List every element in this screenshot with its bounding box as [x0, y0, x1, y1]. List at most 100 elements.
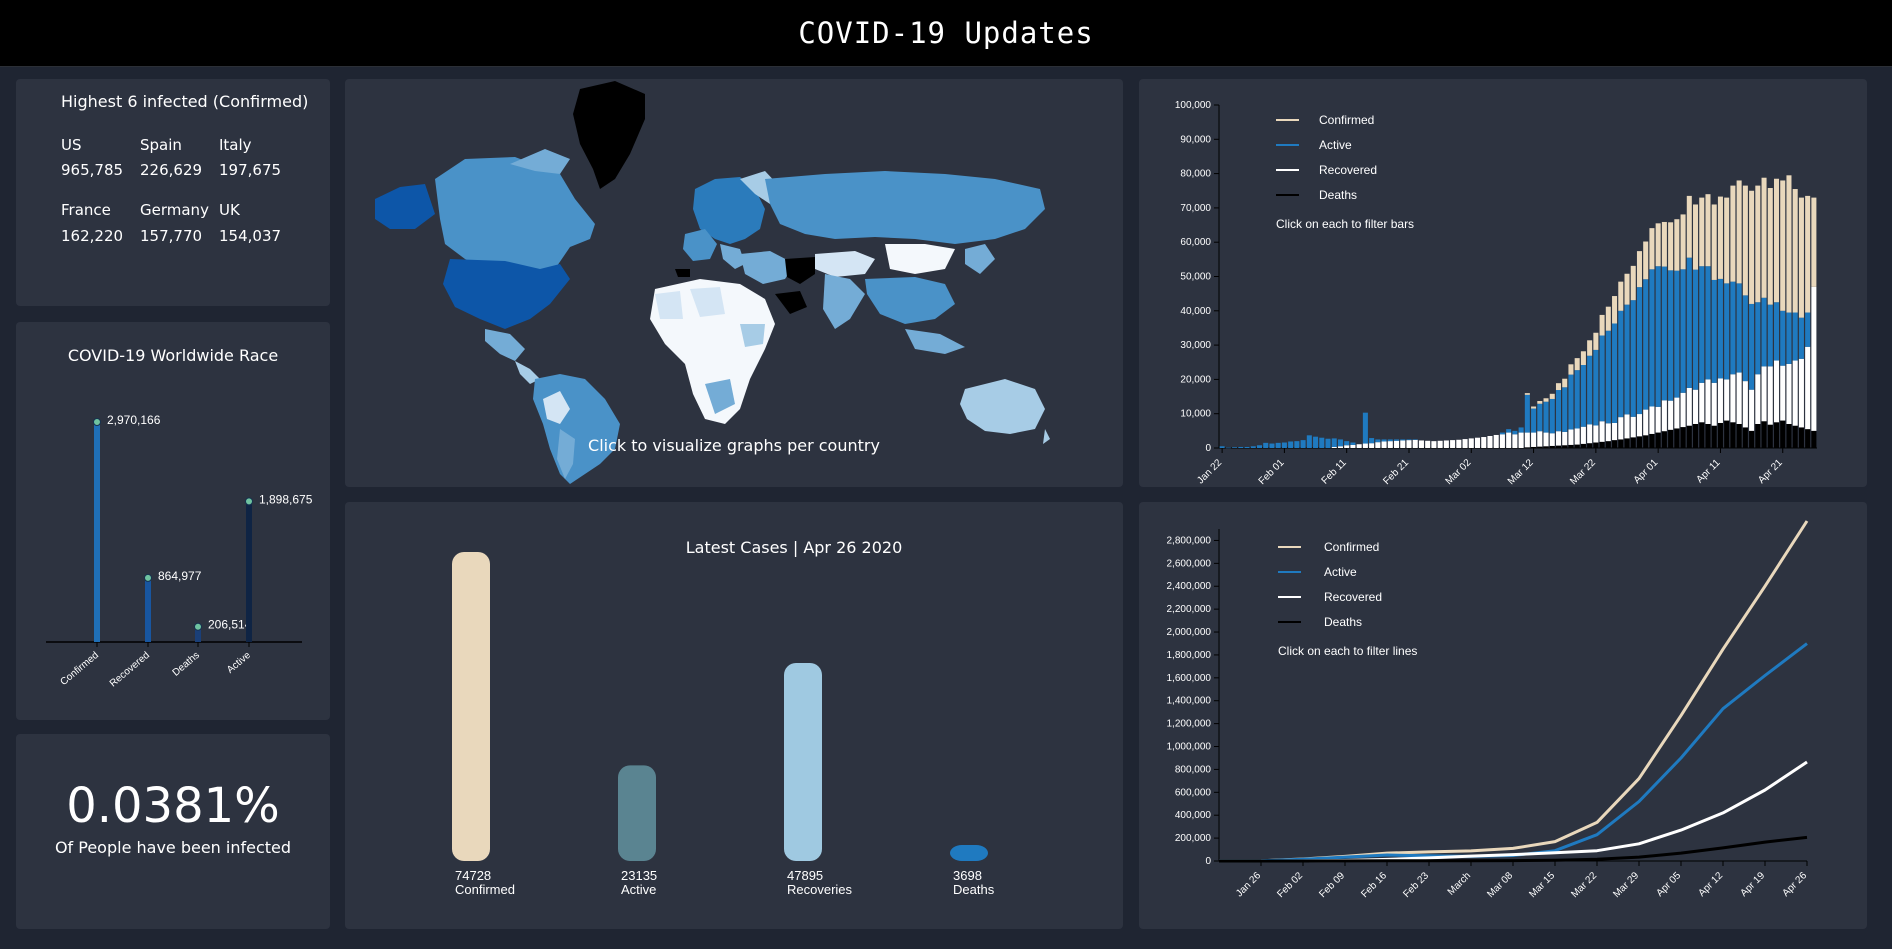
- cum-series-line[interactable]: [1219, 760, 1808, 863]
- daily-bar-segment[interactable]: [1649, 433, 1655, 448]
- daily-bar-segment[interactable]: [1319, 437, 1325, 448]
- daily-bar-segment[interactable]: [1742, 185, 1748, 296]
- daily-bar-segment[interactable]: [1412, 439, 1418, 448]
- daily-bar-segment[interactable]: [1263, 442, 1269, 448]
- daily-bar-segment[interactable]: [1786, 175, 1792, 313]
- daily-bar-segment[interactable]: [1624, 304, 1630, 415]
- daily-bar-segment[interactable]: [1549, 445, 1555, 448]
- daily-bar-segment[interactable]: [1250, 446, 1256, 448]
- daily-bar-segment[interactable]: [1693, 389, 1699, 424]
- daily-bar-segment[interactable]: [1593, 425, 1599, 443]
- daily-bar-segment[interactable]: [1636, 414, 1642, 437]
- daily-bar-segment[interactable]: [1780, 420, 1786, 448]
- daily-bar-segment[interactable]: [1612, 323, 1618, 423]
- daily-bar-segment[interactable]: [1792, 312, 1798, 361]
- daily-bar-segment[interactable]: [1580, 443, 1586, 448]
- daily-bar-segment[interactable]: [1524, 393, 1530, 395]
- daily-bar-segment[interactable]: [1624, 438, 1630, 448]
- daily-bar-segment[interactable]: [1294, 441, 1300, 448]
- map-greenland[interactable]: [573, 81, 645, 189]
- daily-bar-segment[interactable]: [1232, 447, 1238, 448]
- daily-bar-segment[interactable]: [1549, 433, 1555, 446]
- daily-bar-segment[interactable]: [1562, 431, 1568, 446]
- daily-bar-segment[interactable]: [1711, 382, 1717, 426]
- daily-bar-segment[interactable]: [1412, 439, 1418, 440]
- daily-bar-segment[interactable]: [1655, 223, 1661, 267]
- daily-bar-segment[interactable]: [1350, 442, 1356, 445]
- daily-bar-segment[interactable]: [1474, 437, 1481, 448]
- daily-bar-segment[interactable]: [1599, 314, 1605, 336]
- daily-bar-segment[interactable]: [1699, 422, 1705, 448]
- map-north-america[interactable]: [375, 149, 595, 384]
- daily-bar-segment[interactable]: [1381, 439, 1387, 442]
- daily-bar-segment[interactable]: [1674, 219, 1680, 271]
- daily-bar-segment[interactable]: [1643, 409, 1649, 436]
- daily-bar-segment[interactable]: [1244, 446, 1250, 448]
- daily-bar-segment[interactable]: [1798, 358, 1804, 428]
- daily-bar-segment[interactable]: [1562, 378, 1568, 388]
- daily-bar-segment[interactable]: [1705, 194, 1711, 267]
- daily-bar-segment[interactable]: [1661, 400, 1667, 432]
- daily-bar-segment[interactable]: [1580, 351, 1586, 365]
- daily-bar-segment[interactable]: [1636, 436, 1642, 448]
- daily-bar-segment[interactable]: [1599, 421, 1605, 442]
- daily-bar-segment[interactable]: [1387, 439, 1393, 442]
- daily-bar-segment[interactable]: [1431, 441, 1437, 448]
- daily-bar-segment[interactable]: [1630, 265, 1636, 301]
- daily-bar-segment[interactable]: [1680, 214, 1686, 270]
- daily-bar-segment[interactable]: [1531, 446, 1537, 448]
- daily-bar-segment[interactable]: [1730, 281, 1736, 375]
- daily-bar-segment[interactable]: [1792, 189, 1798, 313]
- daily-bar-segment[interactable]: [1612, 422, 1618, 441]
- daily-bar-segment[interactable]: [1587, 340, 1593, 356]
- daily-bar-segment[interactable]: [1288, 441, 1294, 448]
- daily-bar-segment[interactable]: [1755, 374, 1761, 424]
- daily-bar-segment[interactable]: [1555, 445, 1562, 448]
- daily-bar-segment[interactable]: [1313, 436, 1319, 448]
- daily-bar-segment[interactable]: [1780, 365, 1786, 421]
- daily-bar-segment[interactable]: [1605, 441, 1611, 448]
- daily-bar-segment[interactable]: [1443, 440, 1449, 448]
- daily-bar-segment[interactable]: [1780, 180, 1786, 311]
- daily-bar-segment[interactable]: [1755, 423, 1761, 448]
- daily-bar-segment[interactable]: [1724, 420, 1730, 448]
- daily-bar-segment[interactable]: [1568, 364, 1574, 375]
- daily-bar-segment[interactable]: [1512, 430, 1518, 435]
- daily-bar-segment[interactable]: [1761, 366, 1767, 422]
- daily-bar-segment[interactable]: [1618, 310, 1624, 418]
- daily-bar-segment[interactable]: [1742, 295, 1748, 382]
- daily-bar-segment[interactable]: [1711, 204, 1717, 280]
- daily-bar-segment[interactable]: [1686, 425, 1692, 448]
- daily-bar-segment[interactable]: [1568, 374, 1574, 430]
- daily-bar-segment[interactable]: [1749, 389, 1755, 431]
- daily-bar-segment[interactable]: [1524, 394, 1530, 433]
- daily-bar-segment[interactable]: [1674, 428, 1680, 448]
- cum-series-line[interactable]: [1218, 520, 1809, 863]
- daily-bar-segment[interactable]: [1649, 406, 1655, 434]
- daily-bar-segment[interactable]: [1481, 437, 1487, 448]
- daily-bar-segment[interactable]: [1369, 438, 1375, 444]
- latest-bar[interactable]: [618, 765, 656, 861]
- daily-bar-segment[interactable]: [1655, 432, 1661, 448]
- daily-bar-segment[interactable]: [1306, 435, 1312, 448]
- daily-bar-segment[interactable]: [1587, 355, 1593, 425]
- daily-bar-segment[interactable]: [1406, 439, 1412, 441]
- daily-bar-segment[interactable]: [1543, 398, 1549, 402]
- daily-bar-segment[interactable]: [1730, 185, 1736, 282]
- daily-bar-segment[interactable]: [1736, 423, 1742, 448]
- daily-bar-segment[interactable]: [1462, 439, 1468, 448]
- daily-bar-segment[interactable]: [1798, 427, 1804, 448]
- daily-bar-segment[interactable]: [1724, 283, 1730, 380]
- daily-bar-segment[interactable]: [1593, 332, 1599, 350]
- daily-bar-segment[interactable]: [1499, 432, 1505, 435]
- daily-bar-segment[interactable]: [1730, 374, 1736, 423]
- map-south-america[interactable]: [533, 374, 620, 484]
- daily-bar-segment[interactable]: [1805, 429, 1811, 448]
- daily-bar-segment[interactable]: [1269, 443, 1275, 448]
- daily-bar-segment[interactable]: [1811, 197, 1817, 287]
- daily-bar-segment[interactable]: [1537, 431, 1543, 447]
- daily-bar-segment[interactable]: [1711, 425, 1717, 448]
- daily-bar-segment[interactable]: [1724, 197, 1730, 284]
- daily-bar-segment[interactable]: [1811, 430, 1817, 448]
- daily-bar-segment[interactable]: [1643, 435, 1649, 448]
